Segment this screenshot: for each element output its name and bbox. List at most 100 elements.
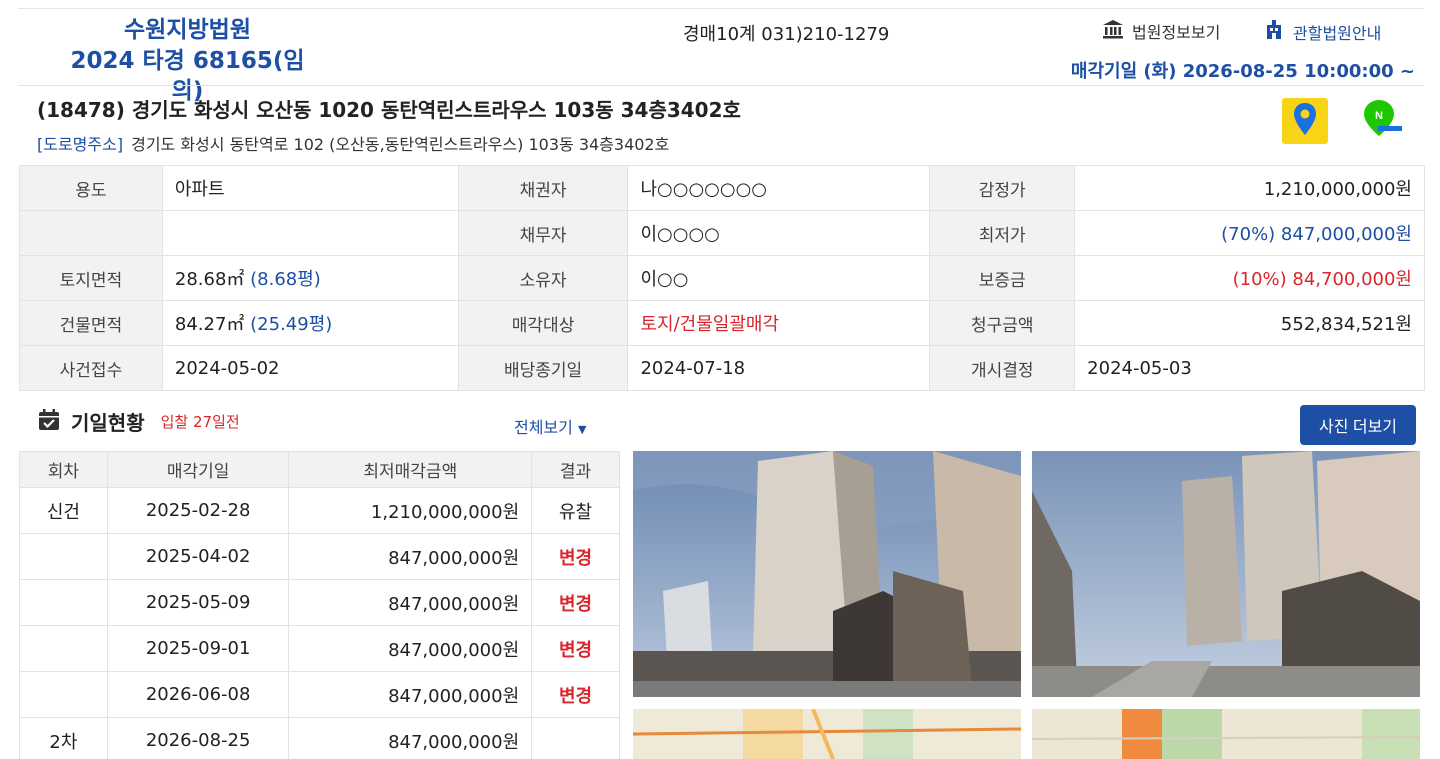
date-cell: 2025-05-09: [106, 579, 290, 626]
appraisal-value: 1,210,000,000원: [1074, 165, 1425, 211]
schedule-title: 기일현황: [71, 411, 145, 435]
case-received-label: 사건접수: [19, 345, 163, 391]
caret-down-icon: ▼: [577, 423, 587, 436]
dividend-deadline-value: 2024-07-18: [627, 345, 931, 391]
property-photo-1[interactable]: [633, 451, 1021, 697]
owner-value: 이○○: [627, 255, 931, 301]
round-cell: 신건: [19, 487, 108, 534]
debtor-label: 채무자: [457, 210, 629, 256]
result-cell: 변경: [531, 625, 620, 672]
date-cell: 2026-08-25: [106, 717, 290, 759]
land-area-pyeong: (8.68평): [250, 269, 321, 290]
road-address: [도로명주소] 경기도 화성시 동탄역로 102 (오산동,동탄역린스트라우스) …: [37, 131, 669, 155]
result-cell: 유찰: [531, 487, 620, 534]
case-info-table: 용도 아파트 채권자 나○○○○○○○ 감정가 1,210,000,000원 채…: [19, 165, 1425, 391]
deposit-value: (10%) 84,700,000원: [1074, 255, 1425, 301]
empty-label: [19, 210, 163, 256]
map-pin-icon: [1293, 102, 1317, 140]
price-cell: 847,000,000원: [288, 625, 533, 672]
round-cell: [19, 625, 108, 672]
building-area-value: 84.27㎡: [174, 314, 245, 335]
result-cell: 변경: [531, 533, 620, 580]
building-area-label: 건물면적: [19, 300, 163, 346]
case-received-value: 2024-05-02: [161, 345, 459, 391]
min-price-value: (70%) 847,000,000원: [1074, 210, 1425, 256]
bid-countdown: 입찰 27일전: [160, 413, 240, 431]
land-area-value: 28.68㎡: [174, 269, 245, 290]
land-area-cell: 28.68㎡ (8.68평): [161, 255, 459, 301]
jurisdiction-label: 관할법원안내: [1293, 24, 1382, 43]
court-info-link[interactable]: 법원정보보기: [1102, 19, 1220, 43]
price-cell: 1,210,000,000원: [288, 487, 533, 534]
empty-value: [161, 210, 459, 256]
property-photo-2[interactable]: [1032, 451, 1420, 697]
road-address-text: 경기도 화성시 동탄역로 102 (오산동,동탄역린스트라우스) 103동 34…: [131, 135, 670, 154]
creditor-value: 나○○○○○○○: [627, 165, 931, 211]
table-row: 2차 2026-08-25 847,000,000원: [19, 717, 620, 759]
court-info-label: 법원정보보기: [1132, 23, 1221, 42]
department-phone: 경매10계 031)210-1279: [683, 24, 890, 45]
land-area-label: 토지면적: [19, 255, 163, 301]
result-cell: [531, 717, 620, 759]
table-row: 신건 2025-02-28 1,210,000,000원 유찰: [19, 487, 620, 534]
start-decision-label: 개시결정: [929, 345, 1076, 391]
court-header: 수원지방법원 2024 타경 68165(임의): [60, 14, 315, 106]
property-address: (18478) 경기도 화성시 오산동 1020 동탄역린스트라우스 103동 …: [37, 98, 741, 122]
date-cell: 2025-09-01: [106, 625, 290, 672]
result-cell: 변경: [531, 671, 620, 718]
svg-text:N: N: [1375, 110, 1383, 122]
building-area-pyeong: (25.49평): [250, 314, 333, 335]
naver-map-button[interactable]: N: [1358, 98, 1404, 144]
schedule-header-row: 회차 매각기일 최저매각금액 결과: [19, 451, 620, 488]
date-cell: 2025-04-02: [106, 533, 290, 580]
round-cell: [19, 533, 108, 580]
date-cell: 2025-02-28: [106, 487, 290, 534]
min-price-label: 최저가: [929, 210, 1076, 256]
table-row: 2025-04-02 847,000,000원 변경: [19, 533, 620, 580]
info-row: 채무자 이○○○○ 최저가 (70%) 847,000,000원: [19, 210, 1425, 256]
schedule-header: 기일현황 입찰 27일전: [37, 407, 240, 436]
naver-map-icon: N: [1358, 96, 1404, 146]
info-row: 용도 아파트 채권자 나○○○○○○○ 감정가 1,210,000,000원: [19, 165, 1425, 211]
building-area-cell: 84.27㎡ (25.49평): [161, 300, 459, 346]
road-address-tag: [도로명주소]: [37, 135, 124, 154]
price-cell: 847,000,000원: [288, 579, 533, 626]
claim-amount-value: 552,834,521원: [1074, 300, 1425, 346]
result-cell: 변경: [531, 579, 620, 626]
kakao-map-button[interactable]: [1282, 98, 1328, 144]
sale-target-value: 토지/건물일괄매각: [627, 300, 931, 346]
dividend-deadline-label: 배당종기일: [457, 345, 629, 391]
location-map-1[interactable]: [633, 709, 1021, 759]
court-building-icon: [1102, 19, 1124, 43]
deposit-label: 보증금: [929, 255, 1076, 301]
owner-label: 소유자: [457, 255, 629, 301]
jurisdiction-link[interactable]: 관할법원안내: [1263, 19, 1381, 45]
info-row: 토지면적 28.68㎡ (8.68평) 소유자 이○○ 보증금 (10%) 84…: [19, 255, 1425, 301]
round-cell: [19, 579, 108, 626]
appraisal-label: 감정가: [929, 165, 1076, 211]
round-cell: [19, 671, 108, 718]
header-divider: [18, 85, 1424, 86]
building-icon: [1263, 19, 1285, 45]
sale-date: 매각기일 (화) 2026-08-25 10:00:00 ~: [1070, 61, 1415, 82]
view-all-dropdown[interactable]: 전체보기 ▼: [514, 414, 586, 438]
view-all-label: 전체보기: [514, 418, 573, 437]
start-decision-value: 2024-05-03: [1074, 345, 1425, 391]
table-row: 2025-05-09 847,000,000원 변경: [19, 579, 620, 626]
top-divider: [18, 8, 1424, 9]
use-value: 아파트: [161, 165, 459, 211]
creditor-label: 채권자: [457, 165, 629, 211]
price-cell: 847,000,000원: [288, 671, 533, 718]
info-row: 사건접수 2024-05-02 배당종기일 2024-07-18 개시결정 20…: [19, 345, 1425, 391]
col-result: 결과: [531, 451, 620, 488]
use-label: 용도: [19, 165, 163, 211]
location-map-2[interactable]: [1032, 709, 1420, 759]
debtor-value: 이○○○○: [627, 210, 931, 256]
table-row: 2025-09-01 847,000,000원 변경: [19, 625, 620, 672]
price-cell: 847,000,000원: [288, 533, 533, 580]
table-row: 2026-06-08 847,000,000원 변경: [19, 671, 620, 718]
info-row: 건물면적 84.27㎡ (25.49평) 매각대상 토지/건물일괄매각 청구금액…: [19, 300, 1425, 346]
col-min-price: 최저매각금액: [288, 451, 533, 488]
claim-amount-label: 청구금액: [929, 300, 1076, 346]
photo-more-button[interactable]: 사진 더보기: [1300, 405, 1416, 445]
